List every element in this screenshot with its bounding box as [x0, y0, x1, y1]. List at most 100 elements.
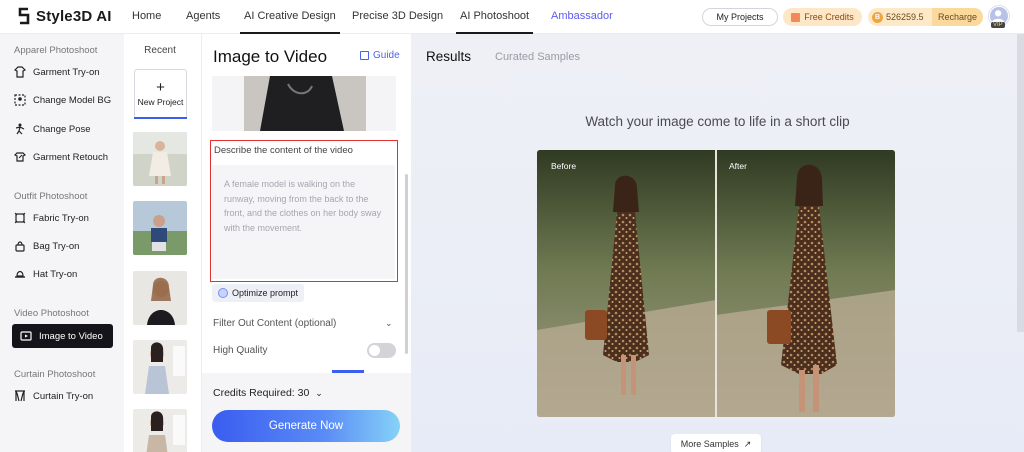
sidebar-item-fabric-try-on[interactable]: Fabric Try-on [14, 208, 89, 228]
high-quality-label: High Quality [213, 345, 268, 356]
curtain-icon [14, 390, 26, 402]
more-samples-label: More Samples [680, 439, 739, 449]
credits-required[interactable]: Credits Required: 30 ⌄ [213, 387, 323, 399]
fabric-icon [14, 212, 26, 224]
recent-thumbnail[interactable] [133, 340, 187, 394]
describe-label: Describe the content of the video [214, 145, 353, 156]
credits-required-label: Credits Required: 30 [213, 387, 310, 399]
retouch-icon [14, 151, 26, 163]
chevron-down-icon: ⌄ [315, 388, 323, 398]
kid-outdoor-image [133, 201, 187, 255]
group-apparel-photoshoot: Apparel Photoshoot [14, 45, 98, 56]
before-after-image [537, 150, 895, 417]
sidebar-item-label: Fabric Try-on [33, 212, 89, 224]
sidebar-item-change-model-bg[interactable]: Change Model BG [14, 90, 111, 110]
sidebar-item-garment-try-on[interactable]: Garment Try-on [14, 62, 100, 82]
sidebar-item-label: Garment Retouch [33, 151, 108, 163]
optimize-prompt-label: Optimize prompt [232, 288, 299, 298]
bag-icon [14, 240, 26, 252]
vip-badge: VIP [991, 22, 1005, 28]
results-subtitle: Watch your image come to life in a short… [585, 114, 850, 129]
panel-scrollbar[interactable] [405, 174, 408, 354]
describe-content-section: Describe the content of the video A fema… [210, 140, 398, 282]
sidebar-item-image-to-video[interactable]: Image to Video [12, 324, 113, 348]
toggle-knob [369, 345, 380, 356]
brand-logo[interactable]: Style3D AI [17, 7, 112, 25]
recent-thumbnail[interactable] [133, 409, 187, 452]
garment-icon [14, 66, 26, 78]
arrow-up-right-icon: ↗ [743, 438, 752, 449]
model-dress-image [212, 76, 396, 131]
sidebar-item-curtain-try-on[interactable]: Curtain Try-on [14, 386, 93, 406]
brand-name: Style3D AI [36, 7, 112, 25]
left-sidebar: Apparel Photoshoot Garment Try-on Change… [0, 34, 124, 452]
coin-icon: B [872, 11, 883, 23]
sidebar-item-bag-try-on[interactable]: Bag Try-on [14, 236, 79, 256]
sidebar-item-label: Change Model BG [33, 94, 112, 106]
recharge-button[interactable]: Recharge [931, 8, 983, 26]
generate-now-button[interactable]: Generate Now [212, 410, 400, 442]
sidebar-item-label: Hat Try-on [33, 268, 78, 280]
after-label: After [729, 161, 747, 171]
gift-icon [791, 12, 801, 22]
plus-icon: + [156, 79, 165, 96]
child-model-image [133, 132, 187, 186]
background-icon [14, 94, 26, 106]
sidebar-item-hat-try-on[interactable]: Hat Try-on [14, 264, 77, 284]
recent-projects-column: Recent + New Project [124, 34, 202, 452]
nav-agents[interactable]: Agents [186, 10, 220, 22]
new-project-button[interactable]: + New Project [134, 69, 187, 119]
results-scrollbar[interactable] [1017, 34, 1024, 332]
sidebar-item-label: Bag Try-on [33, 240, 80, 252]
sparkle-icon [218, 288, 228, 298]
group-outfit-photoshoot: Outfit Photoshoot [14, 191, 88, 202]
more-samples-button[interactable]: More Samples ↗ [671, 434, 761, 452]
nav-ai-photoshoot[interactable]: AI Photoshoot [455, 10, 534, 34]
nav-ambassador[interactable]: Ambassador [551, 10, 613, 22]
guide-link[interactable]: Guide [360, 50, 400, 61]
generate-footer: Credits Required: 30 ⌄ Generate Now [202, 373, 411, 452]
filter-out-content-label[interactable]: Filter Out Content (optional) [213, 318, 336, 329]
nav-precise-3d-design[interactable]: Precise 3D Design [352, 10, 443, 22]
video-description-textarea[interactable]: A female model is walking on the runway,… [212, 165, 395, 279]
hat-icon [14, 268, 26, 280]
style3d-logo-icon [18, 7, 30, 25]
recent-title: Recent [144, 45, 176, 56]
new-project-underline [134, 117, 187, 119]
recent-thumbnail[interactable] [133, 271, 187, 325]
woman-portrait-image [133, 271, 187, 325]
credits-balance: B 526259.5 Recharge [868, 8, 983, 26]
nav-home[interactable]: Home [132, 10, 161, 22]
before-after-comparison: Before After [537, 150, 895, 417]
tab-results[interactable]: Results [426, 49, 471, 64]
book-icon [360, 51, 369, 60]
my-projects-button[interactable]: My Projects [702, 8, 778, 26]
sidebar-item-label: Curtain Try-on [33, 390, 94, 402]
recent-thumbnail[interactable] [133, 132, 187, 186]
pose-icon [14, 123, 26, 135]
video-icon [20, 330, 32, 342]
page-title: Image to Video [213, 47, 328, 66]
optimize-prompt-button[interactable]: Optimize prompt [212, 284, 305, 302]
free-credits-button[interactable]: Free Credits [783, 8, 862, 26]
before-label: Before [551, 161, 577, 171]
group-video-photoshoot: Video Photoshoot [14, 308, 89, 319]
sidebar-item-label: Garment Try-on [33, 66, 100, 78]
model-floral-image [133, 340, 187, 394]
nav-ai-creative-design[interactable]: AI Creative Design [240, 10, 340, 34]
sidebar-item-garment-retouch[interactable]: Garment Retouch [14, 147, 108, 167]
uploaded-image-preview[interactable] [212, 76, 396, 131]
chevron-down-icon[interactable]: ⌄ [385, 318, 393, 329]
model-outfit-image [133, 409, 187, 452]
high-quality-toggle[interactable] [367, 343, 396, 358]
sidebar-item-change-pose[interactable]: Change Pose [14, 119, 91, 139]
new-project-label: New Project [137, 97, 184, 107]
guide-label: Guide [373, 50, 400, 61]
recent-thumbnail[interactable] [133, 201, 187, 255]
top-nav-bar: Style3D AI Home Agents AI Creative Desig… [0, 0, 1024, 34]
free-credits-label: Free Credits [804, 12, 854, 22]
results-area: Results Curated Samples Watch your image… [411, 34, 1024, 452]
credits-balance-value: 526259.5 [886, 12, 924, 22]
group-curtain-photoshoot: Curtain Photoshoot [14, 369, 96, 380]
tab-curated-samples[interactable]: Curated Samples [495, 51, 580, 63]
